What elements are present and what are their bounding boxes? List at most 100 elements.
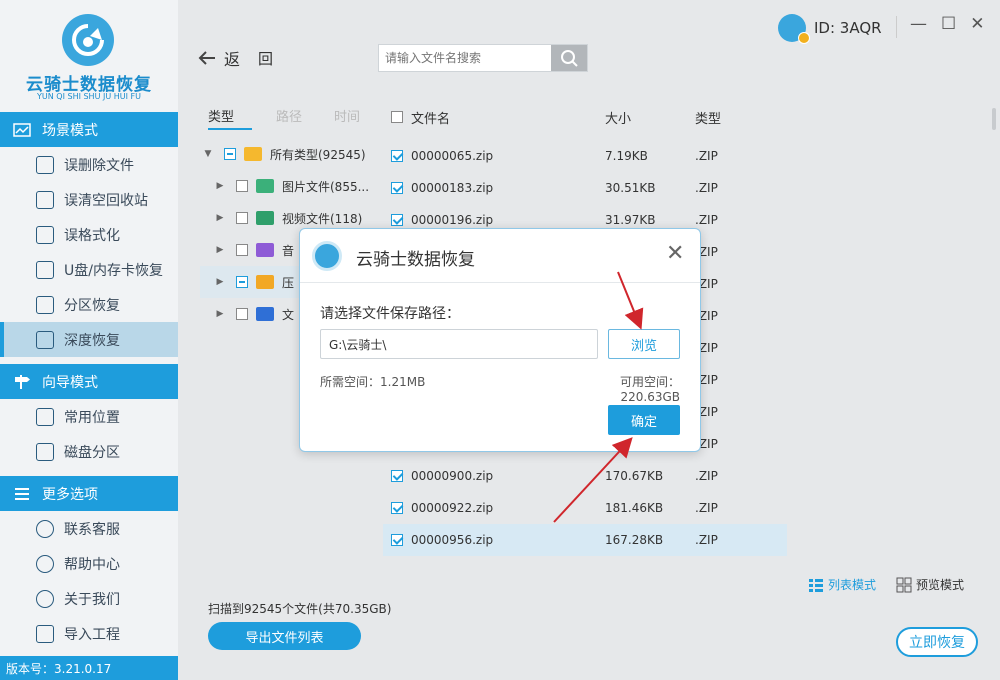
tree-checkbox[interactable]	[224, 148, 236, 160]
back-label-2[interactable]: 回	[258, 48, 273, 69]
maximize-icon[interactable]: ☐	[941, 14, 956, 34]
nav-label: 关于我们	[64, 591, 120, 608]
tree-checkbox[interactable]	[236, 244, 248, 256]
nav-item-deep-recovery[interactable]: 深度恢复	[0, 322, 178, 357]
header-size[interactable]: 大小	[605, 108, 695, 127]
tree-checkbox[interactable]	[236, 180, 248, 192]
table-row[interactable]: 00000065.zip 7.19KB .ZIP	[383, 140, 787, 172]
file-name: 00000922.zip	[411, 501, 494, 515]
tree-label: 文	[282, 307, 295, 322]
user-id: ID: 3AQR	[814, 19, 882, 37]
file-size: 31.97KB	[605, 213, 656, 227]
nav-item-import-project[interactable]: 导入工程	[0, 616, 178, 651]
nav-item-about[interactable]: 关于我们	[0, 581, 178, 616]
search-box	[378, 44, 588, 72]
file-type: .ZIP	[695, 437, 718, 451]
image-icon	[256, 179, 274, 193]
section-wizard-mode[interactable]: 向导模式	[0, 364, 178, 399]
section-more-options[interactable]: 更多选项	[0, 476, 178, 511]
save-path-dialog: 云骑士数据恢复 ✕ 请选择文件保存路径： G:\云骑士\ 浏览 所需空间：1.2…	[299, 228, 701, 452]
file-size: 170.67KB	[605, 469, 664, 483]
search-input[interactable]	[379, 45, 551, 71]
row-checkbox[interactable]	[391, 150, 403, 162]
tree-label: 图片文件(855...	[282, 179, 370, 194]
grid-icon	[896, 577, 912, 592]
file-type: .ZIP	[695, 405, 718, 419]
section-scene-mode[interactable]: 场景模式	[0, 112, 178, 147]
file-size: 167.28KB	[605, 533, 664, 547]
row-checkbox[interactable]	[391, 502, 403, 514]
nav-item-deleted-files[interactable]: 误删除文件	[0, 147, 178, 182]
table-row[interactable]: 00000900.zip 170.67KB .ZIP	[383, 460, 787, 492]
file-size: 30.51KB	[605, 181, 656, 195]
disk-icon	[36, 295, 54, 314]
expand-icon[interactable]: ▶	[212, 245, 228, 255]
recycle-bin-icon	[36, 190, 54, 209]
nav-item-help[interactable]: 帮助中心	[0, 546, 178, 581]
folder-icon	[244, 147, 262, 161]
scene-mode-icon	[12, 122, 32, 138]
table-row[interactable]: 00000183.zip 30.51KB .ZIP	[383, 172, 787, 204]
signpost-icon	[12, 374, 32, 390]
expand-icon[interactable]: ▶	[212, 277, 228, 287]
tab-path[interactable]: 路径	[276, 106, 334, 125]
available-space: 可用空间：220.63GB	[619, 375, 680, 404]
info-icon	[36, 589, 54, 608]
tree-item-all[interactable]: ▼ 所有类型(92545)	[200, 138, 380, 170]
recover-now-button[interactable]: 立即恢复	[896, 627, 978, 657]
expand-icon[interactable]: ▶	[212, 309, 228, 319]
preview-mode-button[interactable]: 预览模式	[896, 576, 964, 593]
tab-type[interactable]: 类型	[208, 106, 266, 125]
expand-icon[interactable]: ▶	[212, 213, 228, 223]
row-checkbox[interactable]	[391, 470, 403, 482]
close-icon[interactable]: ✕	[970, 14, 984, 34]
table-row[interactable]: 00000922.zip 181.46KB .ZIP	[383, 492, 787, 524]
list-mode-button[interactable]: 列表模式	[808, 576, 876, 593]
file-type: .ZIP	[695, 213, 718, 227]
browse-button[interactable]: 浏览	[608, 329, 680, 359]
save-path-field[interactable]: G:\云骑士\	[320, 329, 598, 359]
nav-item-support[interactable]: 联系客服	[0, 511, 178, 546]
document-icon	[256, 307, 274, 321]
row-checkbox[interactable]	[391, 214, 403, 226]
back-button[interactable]: 返	[198, 46, 240, 70]
section-title: 向导模式	[42, 374, 98, 391]
tree-checkbox[interactable]	[236, 276, 248, 288]
required-space: 所需空间：1.21MB	[320, 375, 426, 389]
row-checkbox[interactable]	[391, 534, 403, 546]
header-type[interactable]: 类型	[695, 108, 785, 127]
row-checkbox[interactable]	[391, 182, 403, 194]
tree-item-images[interactable]: ▶ 图片文件(855...	[200, 170, 380, 202]
dialog-close-icon[interactable]: ✕	[666, 241, 684, 266]
search-button[interactable]	[551, 45, 587, 71]
select-all-checkbox[interactable]	[391, 111, 403, 123]
nav-label: 误清空回收站	[64, 192, 148, 209]
nav-item-recycle-bin[interactable]: 误清空回收站	[0, 182, 178, 217]
export-list-button[interactable]: 导出文件列表	[208, 622, 361, 650]
file-name: 00000900.zip	[411, 469, 494, 483]
section-title: 场景模式	[42, 122, 98, 139]
file-size: 181.46KB	[605, 501, 664, 515]
file-name: 00000196.zip	[411, 213, 494, 227]
scrollbar[interactable]	[992, 108, 996, 130]
user-info[interactable]: ID: 3AQR	[778, 14, 882, 44]
tree-checkbox[interactable]	[236, 308, 248, 320]
app-name-pinyin: YUN QI SHI SHU JU HUI FU	[37, 92, 141, 101]
expand-icon[interactable]: ▶	[212, 181, 228, 191]
windows-icon	[36, 407, 54, 426]
expand-icon[interactable]: ▼	[200, 149, 216, 159]
table-row[interactable]: 00000956.zip 167.28KB .ZIP	[383, 524, 787, 556]
tree-label: 压	[282, 275, 295, 290]
header-name[interactable]: 文件名	[411, 108, 450, 127]
logo-icon	[62, 14, 114, 66]
confirm-button[interactable]: 确定	[608, 405, 680, 435]
file-icon	[36, 155, 54, 174]
scan-result: 扫描到92545个文件(共70.35GB)	[208, 602, 392, 616]
nav-item-usb[interactable]: U盘/内存卡恢复	[0, 252, 178, 287]
nav-item-format[interactable]: 误格式化	[0, 217, 178, 252]
minimize-icon[interactable]: —	[910, 14, 927, 34]
nav-item-common-locations[interactable]: 常用位置	[0, 399, 178, 434]
tree-checkbox[interactable]	[236, 212, 248, 224]
nav-item-partition[interactable]: 分区恢复	[0, 287, 178, 322]
nav-item-disk-partition[interactable]: 磁盘分区	[0, 434, 178, 469]
